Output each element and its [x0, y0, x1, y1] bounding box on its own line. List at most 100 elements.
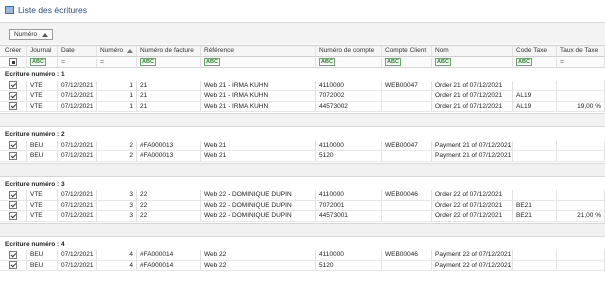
cell-value: #FA000013	[140, 141, 174, 149]
column-header-label: Code Taxe	[516, 47, 547, 55]
cell-creer[interactable]	[0, 80, 27, 90]
column-header-taux[interactable]: Taux de Taxe	[557, 46, 605, 56]
column-header-creer[interactable]: Créer	[0, 46, 27, 56]
cell-compte: 7072002	[316, 91, 382, 101]
filter-cell-client[interactable]: ABC	[382, 57, 432, 67]
table-row[interactable]: VTE 07/12/2021 3 22 Web 22 - DOMINIQUE DUPIN…	[0, 190, 605, 201]
table-row[interactable]: VTE 07/12/2021 1 21 Web 21 - IRMA KUHN 445730…	[0, 101, 605, 112]
group-by-chip[interactable]: Numéro	[9, 29, 54, 40]
cell-creer[interactable]	[0, 91, 27, 101]
cell-value: 5120	[319, 152, 334, 160]
filter-cell-taux[interactable]: =	[557, 57, 605, 67]
cell-value: 4	[129, 251, 133, 259]
cell-facture: #FA000013	[137, 151, 201, 161]
column-header-date[interactable]: Date	[58, 46, 97, 56]
cell-value: Order 22 of 07/12/2021	[435, 201, 503, 209]
group-header[interactable]: Ecriture numéro : 2	[0, 129, 605, 140]
filter-checkbox[interactable]	[9, 58, 17, 67]
filter-cell-reference[interactable]: ABC	[201, 57, 316, 67]
cell-value: Web 22	[204, 261, 227, 269]
cell-reference: Web 21 - IRMA KUHN	[201, 91, 316, 101]
create-checkbox[interactable]	[9, 102, 17, 111]
window-title: Liste des écritures	[18, 5, 87, 15]
cell-journal: BEU	[27, 250, 58, 260]
cell-compte: 44573002	[316, 101, 382, 111]
cell-date: 07/12/2021	[58, 260, 97, 270]
create-checkbox[interactable]	[9, 151, 17, 160]
cell-creer[interactable]	[0, 250, 27, 260]
column-header-journal[interactable]: Journal	[27, 46, 58, 56]
create-checkbox[interactable]	[9, 81, 17, 90]
filter-cell-nom[interactable]: ABC	[432, 57, 513, 67]
cell-date: 07/12/2021	[58, 101, 97, 111]
column-header-client[interactable]: Compte Client	[382, 46, 432, 56]
cell-value: 07/12/2021	[61, 102, 94, 110]
group-header[interactable]: Ecriture numéro : 3	[0, 178, 605, 190]
table-row[interactable]: VTE 07/12/2021 3 22 Web 22 - DOMINIQUE DUPIN…	[0, 200, 605, 211]
column-header-code_taxe[interactable]: Code Taxe	[513, 46, 557, 56]
cell-nom: Payment 22 of 07/12/2021	[432, 260, 513, 270]
cell-client	[382, 101, 432, 111]
cell-creer[interactable]	[0, 151, 27, 161]
create-checkbox[interactable]	[9, 190, 17, 199]
cell-journal: VTE	[27, 200, 58, 210]
table-row[interactable]: VTE 07/12/2021 1 21 Web 21 - IRMA KUHN 707200…	[0, 91, 605, 102]
filter-cell-compte[interactable]: ABC	[316, 57, 382, 67]
cell-value: Web 21 - IRMA KUHN	[204, 92, 269, 100]
group-header[interactable]: Ecriture numéro : 1	[0, 69, 605, 80]
create-checkbox[interactable]	[9, 91, 17, 100]
cell-creer[interactable]	[0, 101, 27, 111]
create-checkbox[interactable]	[9, 261, 17, 270]
filter-cell-creer[interactable]	[0, 57, 27, 67]
table-row[interactable]: BEU 07/12/2021 2 #FA000013 Web 21 4110000 WEB0…	[0, 140, 605, 151]
filter-cell-numero[interactable]: =	[97, 57, 137, 67]
cell-taux: 19,00 %	[557, 101, 605, 111]
cell-code_taxe	[513, 190, 557, 200]
text-filter-icon: ABC	[319, 58, 335, 67]
cell-numero: 1	[97, 80, 137, 90]
text-filter-icon: ABC	[385, 58, 401, 67]
cell-value: WEB00047	[385, 81, 418, 89]
column-header-nom[interactable]: Nom	[432, 46, 513, 56]
cell-value: 07/12/2021	[61, 201, 94, 209]
cell-facture: 21	[137, 101, 201, 111]
cell-client	[382, 151, 432, 161]
cell-client	[382, 211, 432, 221]
cell-value: 3	[129, 191, 133, 199]
cell-creer[interactable]	[0, 260, 27, 270]
create-checkbox[interactable]	[9, 250, 17, 259]
cell-client: WEB00046	[382, 190, 432, 200]
cell-date: 07/12/2021	[58, 200, 97, 210]
filter-cell-date[interactable]: =	[58, 57, 97, 67]
cell-journal: VTE	[27, 190, 58, 200]
cell-value: 07/12/2021	[61, 81, 94, 89]
cell-value: 07/12/2021	[61, 261, 94, 269]
create-checkbox[interactable]	[9, 211, 17, 220]
column-header-reference[interactable]: Référence	[201, 46, 316, 56]
cell-creer[interactable]	[0, 140, 27, 150]
cell-value: #FA000014	[140, 261, 174, 269]
column-header-facture[interactable]: Numéro de facture	[137, 46, 201, 56]
table-row[interactable]: VTE 07/12/2021 1 21 Web 21 - IRMA KUHN 411000…	[0, 80, 605, 91]
cell-value: 4110000	[319, 191, 344, 199]
create-checkbox[interactable]	[9, 141, 17, 150]
cell-value: 07/12/2021	[61, 191, 94, 199]
table-row[interactable]: BEU 07/12/2021 2 #FA000013 Web 21 5120 Payment…	[0, 151, 605, 162]
column-header-compte[interactable]: Numéro de compte	[316, 46, 382, 56]
filter-cell-facture[interactable]: ABC	[137, 57, 201, 67]
cell-value: 5120	[319, 261, 334, 269]
cell-value: 22	[140, 212, 148, 220]
table-row[interactable]: BEU 07/12/2021 4 #FA000014 Web 22 4110000 WEB0…	[0, 250, 605, 261]
create-checkbox[interactable]	[9, 201, 17, 210]
cell-creer[interactable]	[0, 190, 27, 200]
cell-creer[interactable]	[0, 200, 27, 210]
cell-creer[interactable]	[0, 211, 27, 221]
filter-cell-journal[interactable]: ABC	[27, 57, 58, 67]
group-header[interactable]: Ecriture numéro : 4	[0, 238, 605, 250]
table-row[interactable]: VTE 07/12/2021 3 22 Web 22 - DOMINIQUE DUPIN…	[0, 211, 605, 222]
cell-compte: 5120	[316, 260, 382, 270]
column-header-numero[interactable]: Numéro	[97, 46, 137, 56]
entries-grid: Créer Journal Date Numéro Numéro de facture R…	[0, 45, 605, 296]
filter-cell-code_taxe[interactable]: ABC	[513, 57, 557, 67]
table-row[interactable]: BEU 07/12/2021 4 #FA000014 Web 22 5120 Payment…	[0, 260, 605, 271]
